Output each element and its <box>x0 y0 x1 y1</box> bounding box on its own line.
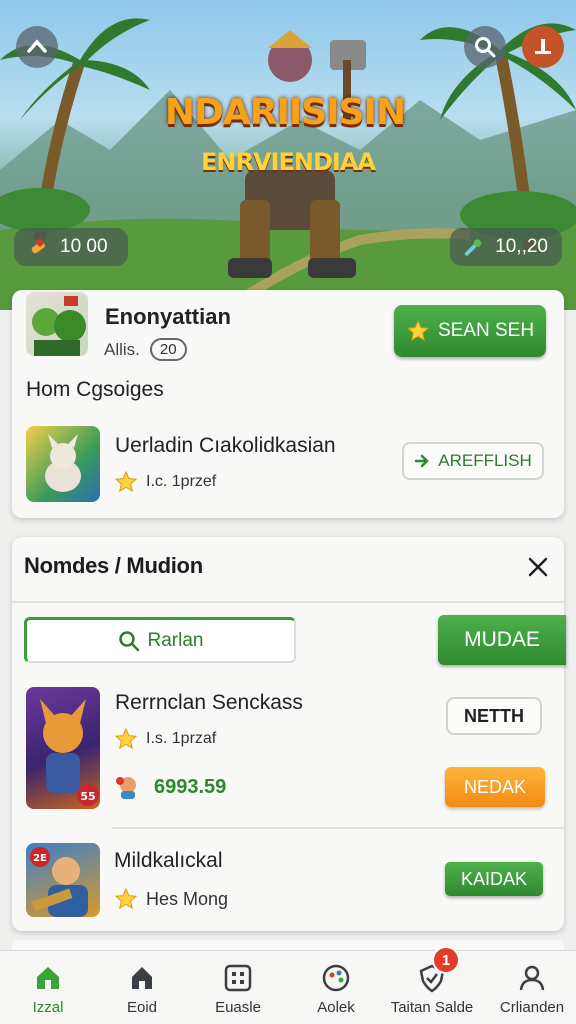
grid-icon <box>224 964 252 992</box>
back-button[interactable] <box>16 26 58 68</box>
hero-banner: NDARIISISIN ENRVIENDIAA 10 00 10,,20 <box>0 0 576 310</box>
featured-search-button[interactable]: SEAN SEH <box>394 305 546 357</box>
item-b-name: Mildkalıckal <box>114 849 223 872</box>
item-a-price: 6993.59 <box>114 773 226 801</box>
kaidak-button[interactable]: KAIDAK <box>445 862 543 896</box>
nav-item-home[interactable]: Izzal <box>0 951 96 1024</box>
item-a-name: Rerrnclan Senckass <box>115 691 303 714</box>
search-icon <box>118 630 139 651</box>
notification-badge: 1 <box>432 946 460 974</box>
search-placeholder: Rarlan <box>147 629 204 651</box>
item1-meta-text: I.c. 1przef <box>146 473 217 490</box>
star-icon <box>114 727 138 750</box>
nav-item-aolek[interactable]: Aolek <box>288 951 384 1024</box>
gems-counter[interactable]: 10,,20 <box>450 228 562 266</box>
featured-avatar[interactable] <box>26 292 88 356</box>
mascot-icon <box>116 777 136 799</box>
search-button[interactable] <box>464 26 506 68</box>
coins-counter[interactable]: 10 00 <box>14 228 128 266</box>
item-b-thumbnail[interactable]: 2E <box>26 843 100 917</box>
profile-button[interactable] <box>522 26 564 68</box>
star-icon <box>406 319 430 342</box>
panel-search-input[interactable]: Rarlan <box>24 617 296 663</box>
panel-title: Nomdes / Mudion <box>24 553 203 578</box>
featured-sub: Allis. 20 <box>104 338 187 361</box>
nav-label: Izzal <box>32 999 64 1016</box>
star-icon <box>114 887 138 910</box>
home-icon <box>37 967 59 989</box>
refresh-label: AREFFLISH <box>438 451 532 470</box>
chevron-up-icon <box>27 39 47 53</box>
item-a-meta: I.s. 1przaf <box>114 727 216 751</box>
person-icon <box>519 965 545 991</box>
nedak-button[interactable]: NEDAK <box>445 767 545 807</box>
item-a-meta-text: I.s. 1przaf <box>146 730 217 747</box>
mode-panel: Nomdes / Mudion Rarlan MUDAE 55 Rerrncla… <box>12 537 566 931</box>
item-a-thumbnail[interactable]: 55 <box>26 687 100 809</box>
nav-label: Eoid <box>126 999 158 1016</box>
game-title: NDARIISISIN <box>164 92 406 133</box>
nav-item-euasle[interactable]: Euasle <box>190 951 286 1024</box>
item1-meta: I.c. 1przef <box>114 470 216 494</box>
netth-button[interactable]: NETTH <box>446 697 542 735</box>
divider <box>12 601 564 603</box>
coins-value: 10 00 <box>60 236 108 257</box>
item-a-price-value: 6993.59 <box>154 775 227 798</box>
next-card-peek <box>12 940 564 950</box>
featured-search-label: SEAN SEH <box>437 320 535 341</box>
kaidak-label: KAIDAK <box>460 868 528 889</box>
user-icon <box>535 39 551 54</box>
wrench-icon <box>464 239 482 256</box>
level-badge: 20 <box>149 338 187 361</box>
nav-label: Taitan Salde <box>390 999 474 1016</box>
item1-thumbnail[interactable] <box>26 426 100 502</box>
close-icon[interactable] <box>524 553 552 581</box>
star-icon <box>114 470 138 493</box>
item-b-badge: 2E <box>33 853 47 864</box>
potion-icon <box>31 238 45 254</box>
arrow-right-icon <box>414 454 430 468</box>
nedak-label: NEDAK <box>463 776 526 797</box>
bottom-nav: Izzal Eoid Euasle Aolek Taitan Salde Crl… <box>0 950 576 1024</box>
divider <box>112 827 564 829</box>
section-heading: Hom Cgsoiges <box>26 378 164 401</box>
refresh-button[interactable]: AREFFLISH <box>402 442 544 480</box>
featured-card: Enonyattian Allis. 20 SEAN SEH Hom Cgsoi… <box>12 290 564 518</box>
game-subtitle: ENRVIENDIAA <box>201 148 376 176</box>
item-b-meta: Hes Mong <box>114 887 228 911</box>
nav-label: Aolek <box>317 999 355 1016</box>
search-icon <box>475 37 496 58</box>
netth-label: NETTH <box>464 705 524 726</box>
nav-label: Crlianden <box>499 999 565 1016</box>
item-a-badge: 55 <box>80 790 95 803</box>
nav-item-eoid[interactable]: Eoid <box>94 951 190 1024</box>
mudae-button[interactable]: MUDAE <box>438 615 566 665</box>
palette-icon <box>322 964 350 992</box>
featured-name: Enonyattian <box>105 304 231 329</box>
item1-name: Uerladin Cıakolidkasian <box>115 434 336 457</box>
featured-sub-label: Allis. <box>104 339 140 359</box>
nav-item-crlianden[interactable]: Crlianden <box>484 951 576 1024</box>
item-b-meta-text: Hes Mong <box>146 888 229 909</box>
mudae-label: MUDAE <box>464 628 540 651</box>
nav-label: Euasle <box>215 999 261 1016</box>
arrow-house-icon <box>132 967 152 989</box>
gems-value: 10,,20 <box>495 236 548 257</box>
